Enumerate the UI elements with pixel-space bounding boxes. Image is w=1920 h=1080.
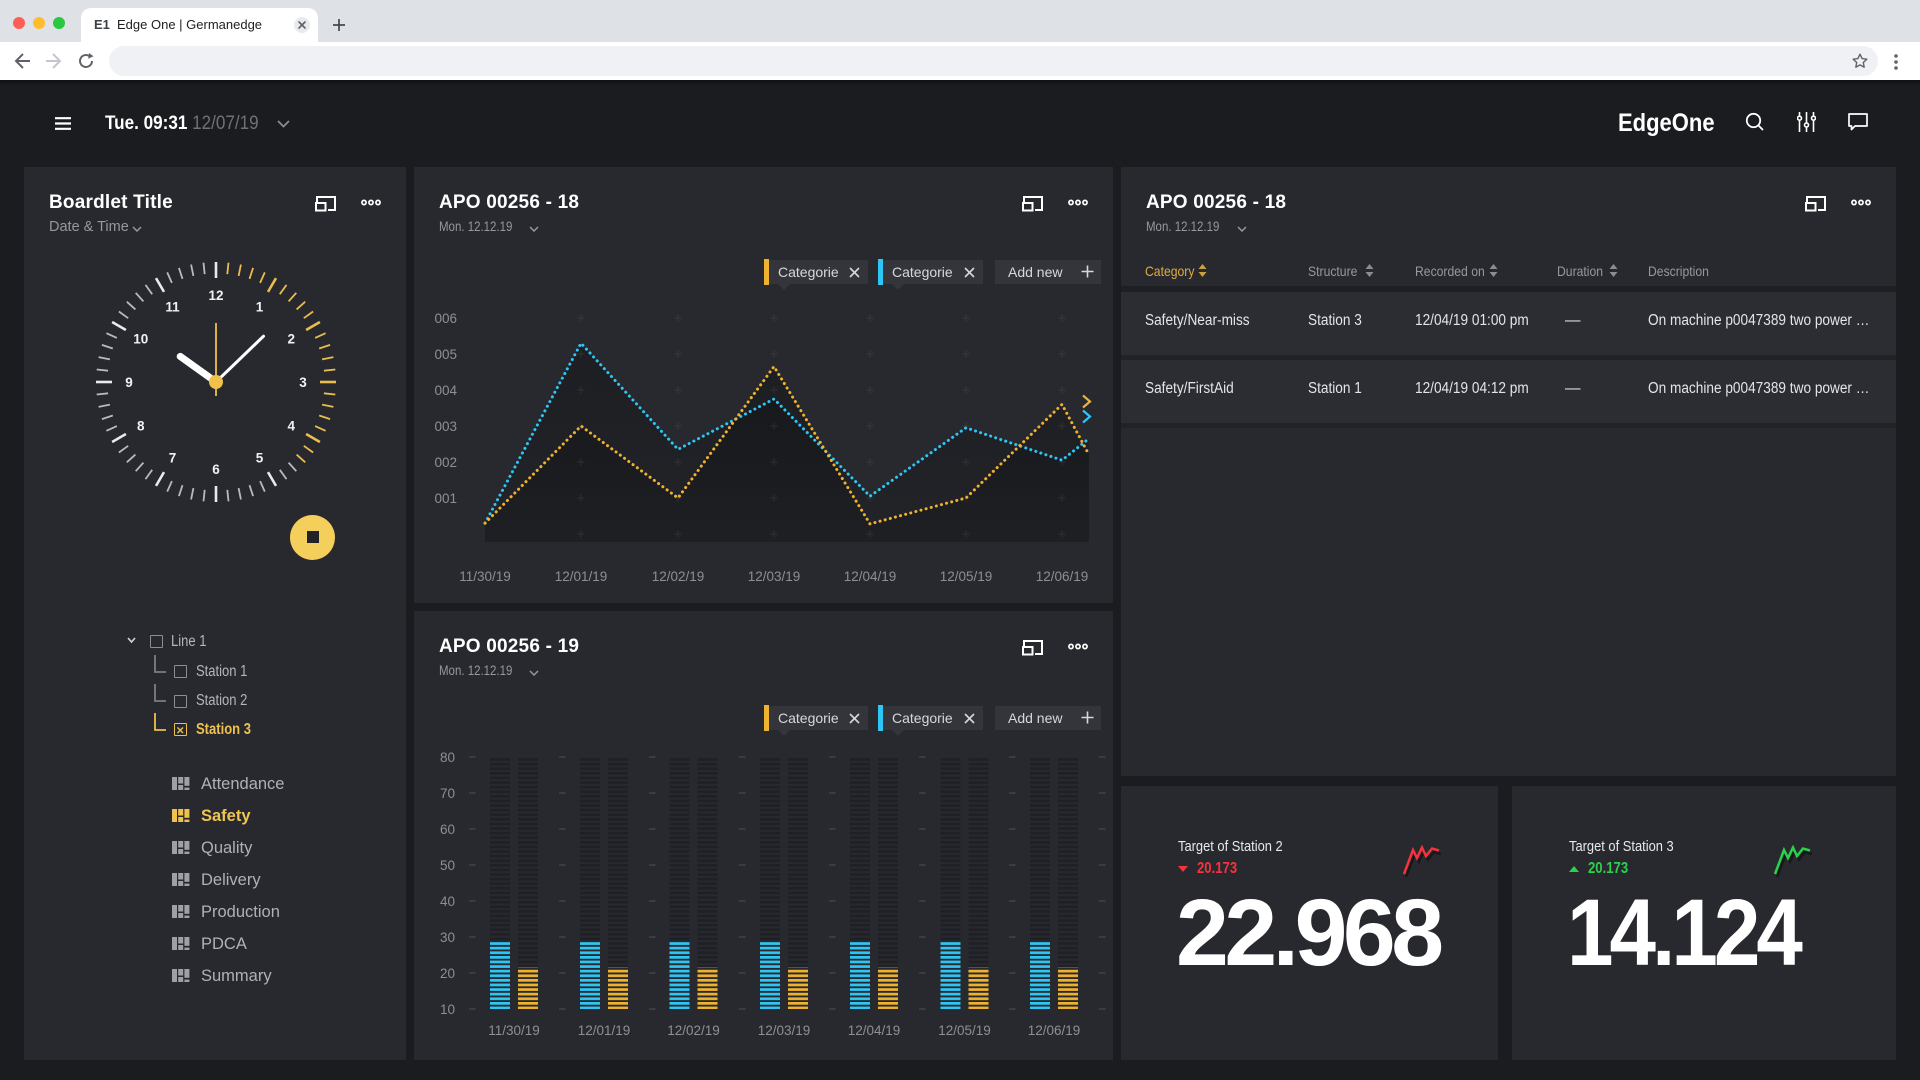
svg-text:70: 70 bbox=[440, 786, 455, 801]
svg-text:12/03/19: 12/03/19 bbox=[758, 1023, 811, 1038]
svg-text:10: 10 bbox=[133, 332, 148, 347]
svg-text:12/02/19: 12/02/19 bbox=[667, 1023, 720, 1038]
svg-text:11/30/19: 11/30/19 bbox=[459, 569, 511, 584]
svg-text:5: 5 bbox=[256, 450, 264, 465]
svg-text:2: 2 bbox=[288, 332, 296, 347]
svg-text:12/04/19: 12/04/19 bbox=[844, 569, 897, 584]
svg-text:8: 8 bbox=[137, 419, 145, 434]
svg-text:11/30/19: 11/30/19 bbox=[488, 1023, 540, 1038]
svg-text:12/01/19: 12/01/19 bbox=[578, 1023, 631, 1038]
svg-text:7: 7 bbox=[169, 450, 177, 465]
svg-text:12/06/19: 12/06/19 bbox=[1028, 1023, 1081, 1038]
svg-text:003: 003 bbox=[434, 419, 457, 434]
svg-text:12/05/19: 12/05/19 bbox=[940, 569, 993, 584]
svg-text:12/02/19: 12/02/19 bbox=[652, 569, 705, 584]
svg-text:12/04/19: 12/04/19 bbox=[848, 1023, 901, 1038]
svg-text:001: 001 bbox=[434, 491, 457, 506]
svg-text:12: 12 bbox=[208, 288, 223, 303]
svg-text:50: 50 bbox=[440, 858, 455, 873]
svg-text:6: 6 bbox=[212, 462, 220, 477]
svg-text:12/01/19: 12/01/19 bbox=[555, 569, 608, 584]
svg-text:9: 9 bbox=[125, 375, 133, 390]
svg-text:006: 006 bbox=[434, 311, 457, 326]
svg-text:30: 30 bbox=[440, 930, 455, 945]
svg-text:60: 60 bbox=[440, 822, 455, 837]
svg-text:004: 004 bbox=[434, 383, 457, 398]
svg-text:4: 4 bbox=[288, 419, 296, 434]
svg-text:005: 005 bbox=[434, 347, 457, 362]
svg-text:12/05/19: 12/05/19 bbox=[938, 1023, 991, 1038]
svg-text:40: 40 bbox=[440, 894, 455, 909]
svg-text:3: 3 bbox=[299, 375, 307, 390]
svg-text:10: 10 bbox=[440, 1002, 455, 1017]
svg-text:11: 11 bbox=[165, 300, 180, 315]
svg-text:20: 20 bbox=[440, 966, 455, 981]
svg-text:12/06/19: 12/06/19 bbox=[1036, 569, 1089, 584]
svg-text:80: 80 bbox=[440, 750, 455, 765]
svg-text:12/03/19: 12/03/19 bbox=[748, 569, 801, 584]
svg-text:1: 1 bbox=[256, 300, 264, 315]
svg-text:002: 002 bbox=[434, 455, 457, 470]
